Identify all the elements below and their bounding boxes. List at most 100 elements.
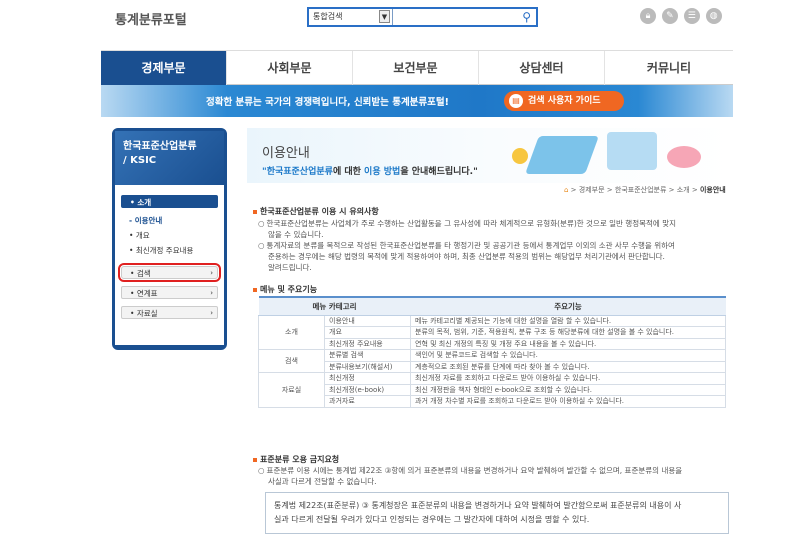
table-header: 메뉴 카테고리 <box>258 296 411 316</box>
search-input[interactable] <box>394 9 514 25</box>
edit-icon[interactable]: ✎ <box>661 8 678 24</box>
bullet-icon <box>253 287 257 292</box>
utility-icons: 🔒︎ ✎ ☰ ◍ <box>640 8 725 24</box>
section-title: 표준분류 오용 금지요청 <box>253 454 339 465</box>
breadcrumb-item[interactable]: 경제부문 <box>579 186 605 194</box>
decorative-shape <box>525 136 599 174</box>
table-menu: 분류내용보기(해설서) <box>324 360 411 373</box>
search-scope-select[interactable]: 통합검색 ▼ <box>309 9 393 25</box>
sidebar-item-label: 자료실 <box>136 309 158 318</box>
nav-community[interactable]: 커뮤니티 <box>605 51 733 85</box>
chevron-right-icon: › <box>210 289 213 297</box>
menu-function-table: 메뉴 카테고리 주요기능 소개 이용안내 메뉴 카테고리별 제공되는 기능에 대… <box>258 296 726 408</box>
sidebar-sub-overview[interactable]: • 개요 <box>115 228 224 243</box>
paragraph-text: 통계자료의 분류를 목적으로 작성된 한국표준산업분류를 타 행정기관 및 공공… <box>266 241 675 250</box>
table-row: 자료실 최신개정 최신개정 자료를 조회하고 다운로드 받아 이용하실 수 있습… <box>258 372 726 408</box>
subtitle-text: 을 안내해드립니다." <box>400 167 478 177</box>
table-row: 최신개정(e-book) 최신 개정판을 책자 형태인 e-book으로 조회할… <box>259 383 726 396</box>
law-notice-box: 통계법 제22조(표준분류) ③ 통계청장은 표준분류의 내용을 변경하거나 요… <box>265 492 729 534</box>
notice-text: 통계법 제22조(표준분류) ③ 통계청장은 표준분류의 내용을 변경하거나 요… <box>274 501 682 510</box>
banner: 정확한 분류는 국가의 경쟁력입니다, 신뢰받는 통계분류포털! ▤ 검색 사용… <box>101 85 733 117</box>
breadcrumb-item[interactable]: 한국표준산업분류 <box>615 186 667 194</box>
sidebar-header: 한국표준산업분류 / KSIC <box>115 131 224 185</box>
sidebar-item-search[interactable]: • 검색 › <box>118 263 221 282</box>
table-menu: 최신개정 <box>324 372 411 385</box>
paragraph-text: 표준분류 이용 시에는 통계법 제22조 ③항에 의거 표준분류의 내용을 변경… <box>266 466 683 475</box>
section-title: 한국표준산업분류 이용 시 유의사항 <box>253 206 379 217</box>
page-title: 이용안내 <box>262 146 310 161</box>
paragraph-text: 알려드립니다. <box>268 263 312 272</box>
table-menu: 최신개정(e-book) <box>324 383 411 396</box>
sidebar-item-label: 연계표 <box>136 289 158 298</box>
sidebar-menu: • 소개 - 이용안내 • 개요 • 최신개정 주요내용 • 검색 › • 연계… <box>115 185 224 345</box>
home-icon[interactable]: ⌂ <box>564 186 568 194</box>
sidebar-sub-revision[interactable]: • 최신개정 주요내용 <box>115 243 224 258</box>
nav-society[interactable]: 사회부문 <box>227 51 353 85</box>
sidebar-item-label: 검색 <box>136 269 151 278</box>
table-desc: 메뉴 카테고리별 제공되는 기능에 대한 설명을 열람 할 수 있습니다. <box>410 314 726 327</box>
table-row: 분류내용보기(해설서) 계층적으로 조회된 분류를 단계에 따라 찾아 볼 수 … <box>259 360 726 373</box>
nav-counsel[interactable]: 상담센터 <box>479 51 605 85</box>
section-paragraph: ○ 표준분류 이용 시에는 통계법 제22조 ③항에 의거 표준분류의 내용을 변… <box>258 465 728 487</box>
circle-bullet-icon: ○ <box>258 219 265 228</box>
table-row: 최신개정 주요내용 연혁 및 최신 개정의 특징 및 개정 주요 내용을 볼 수… <box>259 337 726 350</box>
table-desc: 과거 개정 차수별 자료를 조회하고 다운로드 받아 이용하실 수 있습니다. <box>410 395 726 408</box>
book-icon: ▤ <box>509 94 523 108</box>
table-menu: 최신개정 주요내용 <box>324 337 411 350</box>
list-icon[interactable]: ☰ <box>683 8 700 24</box>
paragraph-text: 사실과 다르게 전달할 수 없습니다. <box>268 477 377 486</box>
section-title: 메뉴 및 주요기능 <box>253 284 317 295</box>
search-guide-button[interactable]: ▤ 검색 사용자 가이드 <box>504 91 624 111</box>
search-guide-label: 검색 사용자 가이드 <box>528 96 601 106</box>
page-subtitle: "한국표준산업분류에 대한 이용 방법을 안내해드립니다." <box>262 164 478 177</box>
decorative-piggy <box>667 146 701 168</box>
subtitle-text: 에 대한 <box>332 167 365 177</box>
table-row: 개요 분류의 목적, 범위, 기준, 적용원칙, 분류 구조 등 해당분류에 대… <box>259 326 726 339</box>
breadcrumb-item[interactable]: 소개 <box>677 186 690 194</box>
table-menu: 개요 <box>324 326 411 339</box>
table-desc: 색인어 및 분류코드로 검색할 수 있습니다. <box>410 349 726 362</box>
breadcrumb-current: 이용안내 <box>699 186 726 194</box>
notice-text: 실과 다르게 전달될 우려가 있다고 인정되는 경우에는 그 발간자에 대하여 … <box>274 515 590 524</box>
section-paragraph: ○ 한국표준산업분류는 사업체가 주로 수행하는 산업활동을 그 유사성에 따라 … <box>258 218 728 273</box>
sidebar-item-data-room[interactable]: • 자료실 › <box>121 306 218 319</box>
nav-economy[interactable]: 경제부문 <box>101 51 227 85</box>
subtitle-highlight: 이용 방법 <box>364 167 401 177</box>
lock-icon[interactable]: 🔒︎ <box>640 8 656 24</box>
decorative-coin <box>512 148 528 164</box>
table-menu: 분류별 검색 <box>324 349 411 362</box>
sidebar-submenu: - 이용안내 • 개요 • 최신개정 주요내용 <box>115 213 224 258</box>
chevron-right-icon: › <box>210 269 213 277</box>
table-desc: 계층적으로 조회된 분류를 단계에 따라 찾아 볼 수 있습니다. <box>410 360 726 373</box>
sidebar-item-intro[interactable]: • 소개 <box>121 195 218 208</box>
paragraph-text: 않을 수 있습니다. <box>268 230 324 239</box>
table-row: 과거자료 과거 개정 차수별 자료를 조회하고 다운로드 받아 이용하실 수 있… <box>259 395 726 408</box>
table-desc: 분류의 목적, 범위, 기준, 적용원칙, 분류 구조 등 해당분류에 대한 설… <box>410 326 726 339</box>
section-title-text: 표준분류 오용 금지요청 <box>260 455 340 464</box>
bullet-icon <box>253 209 257 214</box>
sidebar-sub-usage[interactable]: - 이용안내 <box>115 213 224 228</box>
breadcrumb: ⌂ > 경제부문 > 한국표준산업분류 > 소개 > 이용안내 <box>564 186 726 194</box>
table-header: 주요기능 <box>410 296 726 316</box>
nav-health[interactable]: 보건부문 <box>353 51 479 85</box>
search-box: 통합검색 ▼ ⚲ <box>307 7 538 27</box>
paragraph-text: 한국표준산업분류는 사업체가 주로 수행하는 산업활동을 그 유사성에 따라 체… <box>266 219 676 228</box>
section-title-text: 한국표준산업분류 이용 시 유의사항 <box>260 207 379 216</box>
site-title[interactable]: 통계분류포털 <box>115 9 187 28</box>
page-visual: 이용안내 "한국표준산업분류에 대한 이용 방법을 안내해드립니다." <box>247 128 733 183</box>
sidebar-item-label: 소개 <box>137 198 152 207</box>
circle-bullet-icon: ○ <box>258 241 265 250</box>
sidebar-item-link-table[interactable]: • 연계표 › <box>121 286 218 299</box>
table-category: 검색 <box>258 349 325 373</box>
globe-icon[interactable]: ◍ <box>705 8 722 24</box>
table-menu: 과거자료 <box>324 395 411 408</box>
sidebar-title: 한국표준산업분류 <box>123 141 197 152</box>
sidebar: 한국표준산업분류 / KSIC • 소개 - 이용안내 • 개요 • 최신개정 … <box>112 128 227 350</box>
search-icon[interactable]: ⚲ <box>522 10 531 24</box>
subtitle-highlight: "한국표준산업분류 <box>262 167 333 177</box>
circle-bullet-icon: ○ <box>258 466 265 475</box>
paragraph-text: 준용하는 경우에는 해당 법령의 목적에 맞게 적용하여야 하며, 최종 산업분… <box>268 252 665 261</box>
table-row: 소개 이용안내 메뉴 카테고리별 제공되는 기능에 대한 설명을 열람 할 수 … <box>258 314 726 350</box>
decorative-card <box>607 132 657 170</box>
chevron-right-icon: › <box>210 309 213 317</box>
